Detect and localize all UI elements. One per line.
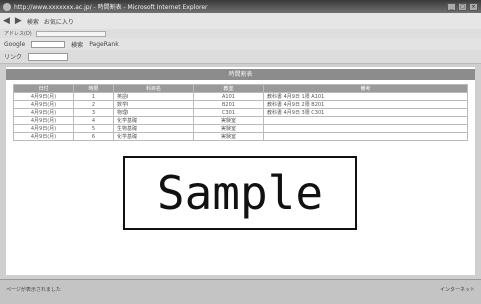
zone-indicator: インターネット <box>439 287 475 293</box>
links-label: リンク <box>4 54 23 61</box>
cell-subject: 化学基礎 <box>113 132 194 141</box>
search-button[interactable]: 検索 <box>27 17 39 26</box>
column-header: 時限 <box>73 84 114 93</box>
column-header: 備考 <box>263 84 468 93</box>
cell-note <box>263 132 468 141</box>
favorites-button[interactable]: お気に入り <box>44 17 74 26</box>
cell-note <box>263 124 468 133</box>
table-row: 4月9日(月) 3 物理Ⅰ C301 教科書 4月9日 3限 C301 <box>13 108 468 117</box>
schedule-table: 日付 時限 科目名 教室 備考 4月9日(月) 1 英語Ⅰ A101 教科書 4… <box>13 84 468 141</box>
cell-note: 教科書 4月9日 2限 B201 <box>263 100 468 109</box>
table-row: 4月9日(月) 5 生物基礎 実験室 <box>13 124 468 133</box>
cell-date: 4月9日(月) <box>13 132 74 141</box>
cell-note: 教科書 4月9日 3限 C301 <box>263 108 468 117</box>
sample-watermark: Sample <box>123 156 357 230</box>
column-header: 日付 <box>13 84 74 93</box>
web-search-button[interactable]: 検索 <box>71 40 83 49</box>
cell-room: 実験室 <box>193 132 264 141</box>
cell-date: 4月9日(月) <box>13 108 74 117</box>
back-button[interactable]: ◀ <box>3 16 10 26</box>
cell-subject: 生物基礎 <box>113 124 194 133</box>
table-row: 4月9日(月) 6 化学基礎 実験室 <box>13 132 468 141</box>
page-header: 時間割表 <box>6 69 475 80</box>
links-field[interactable] <box>28 52 69 61</box>
address-label: アドレス(D) <box>4 31 32 37</box>
forward-button[interactable]: ▶ <box>15 16 22 26</box>
cell-subject: 化学基礎 <box>113 116 194 125</box>
cell-room: 実験室 <box>193 116 264 125</box>
minimize-button[interactable]: _ <box>447 2 456 11</box>
close-button[interactable]: × <box>469 2 478 11</box>
cell-room: C301 <box>193 108 264 117</box>
maximize-button[interactable]: □ <box>458 2 467 11</box>
cell-period: 4 <box>73 116 114 125</box>
cell-note: 教科書 4月9日 1限 A101 <box>263 92 468 101</box>
cell-subject: 数学Ⅰ <box>113 100 194 109</box>
table-row: 4月9日(月) 1 英語Ⅰ A101 教科書 4月9日 1限 A101 <box>13 92 468 101</box>
cell-room: 実験室 <box>193 124 264 133</box>
status-text: ページが表示されました <box>6 287 61 293</box>
search-input[interactable] <box>31 40 66 48</box>
table-row: 4月9日(月) 2 数学Ⅰ B201 教科書 4月9日 2限 B201 <box>13 100 468 109</box>
google-label: Google <box>4 40 26 48</box>
column-header: 科目名 <box>113 84 194 93</box>
column-header: 教室 <box>193 84 264 93</box>
cell-subject: 英語Ⅰ <box>113 92 194 101</box>
cell-room: A101 <box>193 92 264 101</box>
cell-subject: 物理Ⅰ <box>113 108 194 117</box>
cell-date: 4月9日(月) <box>13 100 74 109</box>
title-bar: http://www.xxxxxxx.ac.jp/ - 時間割表 - Micro… <box>0 0 481 13</box>
cell-date: 4月9日(月) <box>13 92 74 101</box>
cell-date: 4月9日(月) <box>13 124 74 133</box>
content-area: 時間割表 日付 時限 科目名 教室 備考 4月9日(月) 1 英語Ⅰ A101 … <box>0 64 481 279</box>
cell-room: B201 <box>193 100 264 109</box>
cell-period: 2 <box>73 100 114 109</box>
window-title: http://www.xxxxxxx.ac.jp/ - 時間割表 - Micro… <box>14 4 208 11</box>
search-toolbar: Google 検索 PageRank <box>0 38 481 50</box>
cell-period: 6 <box>73 132 114 141</box>
cell-period: 3 <box>73 108 114 117</box>
table-row: 4月9日(月) 4 化学基礎 実験室 <box>13 116 468 125</box>
address-bar-row: アドレス(D) <box>0 29 481 38</box>
status-bar: ページが表示されました インターネット <box>0 279 481 304</box>
browser-logo-icon <box>3 2 11 11</box>
table-header-row: 日付 時限 科目名 教室 備考 <box>13 84 468 93</box>
cell-date: 4月9日(月) <box>13 116 74 125</box>
pagerank-label: PageRank <box>89 40 119 48</box>
navigation-toolbar: ◀ ▶ 検索 お気に入り <box>0 13 481 29</box>
cell-period: 5 <box>73 124 114 133</box>
links-toolbar: リンク <box>0 50 481 64</box>
cell-period: 1 <box>73 92 114 101</box>
cell-note <box>263 116 468 125</box>
address-input[interactable] <box>35 30 106 37</box>
